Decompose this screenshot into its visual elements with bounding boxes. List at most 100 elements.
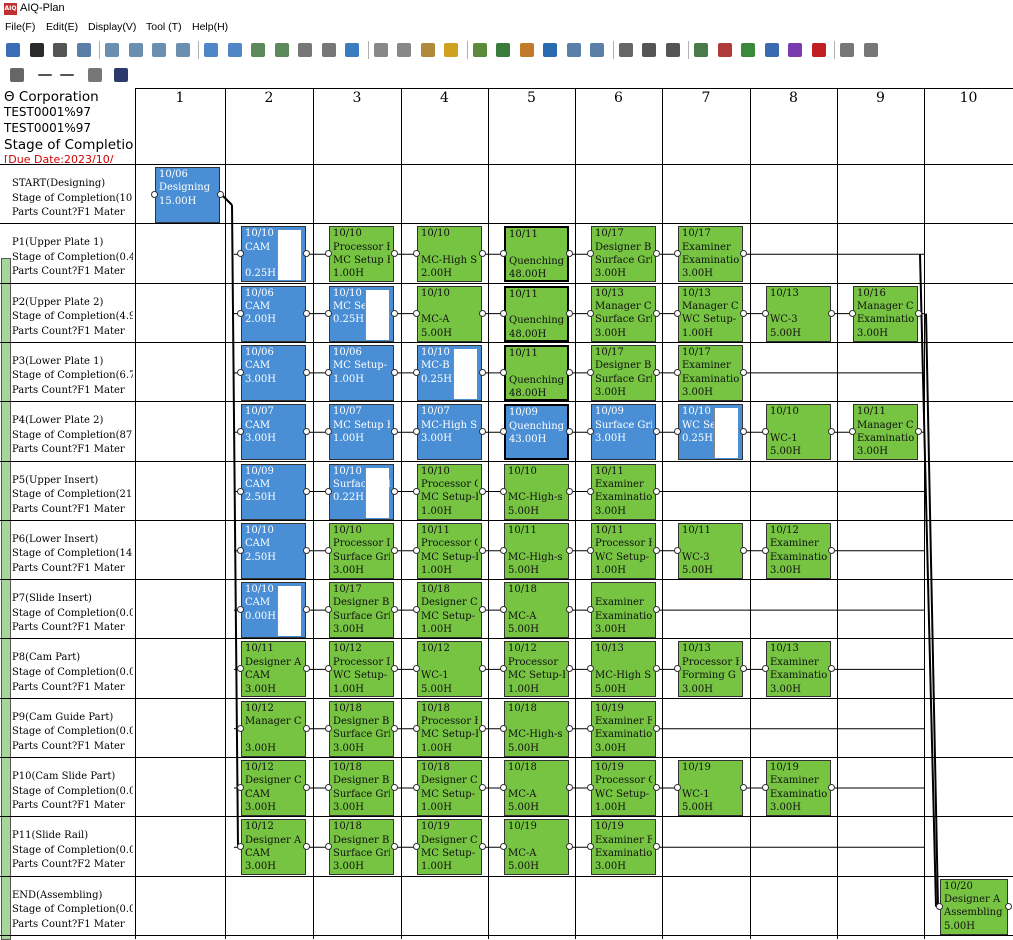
connector-handle[interactable] (237, 546, 244, 554)
connector-handle[interactable] (740, 784, 747, 791)
task-card[interactable]: 10/18 Designer C MC Setup- 1.00H (417, 760, 482, 816)
graph-icon[interactable] (588, 41, 606, 59)
connector-handle[interactable] (237, 487, 244, 495)
connector-handle[interactable] (587, 368, 594, 376)
report-icon[interactable] (739, 41, 757, 59)
connector-handle[interactable] (500, 368, 507, 376)
settings-icon[interactable] (372, 41, 390, 59)
task-card[interactable]: 10/13 Processor F Forming G 3.00H (678, 641, 743, 698)
bar-chart-icon[interactable] (716, 41, 734, 59)
arrow-icon[interactable] (36, 66, 54, 84)
task-card[interactable]: 10/11 Processor F WC Setup- 1.00H (591, 522, 656, 579)
connector-handle[interactable] (653, 309, 660, 317)
task-card[interactable]: 10/19 Processor C WC Setup- 1.00H (591, 760, 656, 816)
connector-handle[interactable] (653, 546, 660, 554)
row-label[interactable]: P1(Upper Plate 1) Stage of Completion(0.4… (12, 236, 133, 280)
task-card[interactable]: 10/10 Processor C MC Setup-F 1.00H (417, 463, 482, 520)
connector-handle[interactable] (566, 309, 573, 317)
column-number[interactable]: 1 (135, 90, 225, 106)
connector-handle[interactable] (500, 546, 507, 554)
task-card[interactable]: 10/19 Examiner F Examinatio 3.00H (591, 700, 656, 757)
connector-handle[interactable] (587, 724, 594, 732)
task-card[interactable]: 10/10 CAM 2.50H (241, 522, 306, 579)
task-card[interactable]: 10/07 MC Setup F 1.00H (329, 404, 394, 461)
connector-handle[interactable] (849, 309, 856, 317)
book-icon[interactable] (838, 41, 856, 59)
task-card[interactable]: 10/06 CAM 2.00H (241, 285, 306, 342)
connector-handle[interactable] (566, 546, 573, 554)
wrench-icon[interactable] (86, 66, 104, 84)
connector-handle[interactable] (325, 546, 332, 554)
window-icon[interactable] (617, 41, 635, 59)
column-number[interactable]: 2 (225, 90, 313, 106)
connector-handle[interactable] (303, 784, 310, 791)
settings-icon[interactable] (395, 41, 413, 59)
add-icon[interactable] (202, 41, 220, 59)
menu-edite[interactable]: Edit(E) (46, 21, 78, 33)
connector-handle[interactable] (740, 546, 747, 554)
task-card[interactable]: 10/18 Processor B MC Setup-F 1.00H (417, 700, 482, 757)
row-label[interactable]: P6(Lower Insert) Stage of Completion(14 Pa… (12, 533, 133, 577)
connector-handle[interactable] (151, 191, 158, 198)
task-card[interactable]: 10/13 Manager C WC Setup- 1.00H (678, 285, 743, 342)
column-number[interactable]: 3 (313, 90, 401, 106)
row-label[interactable]: P10(Cam Slide Part) Stage of Completion(0… (12, 770, 133, 814)
connector-handle[interactable] (413, 309, 420, 317)
task-card[interactable]: 10/10 MC-High-s 5.00H (504, 463, 569, 520)
connector-handle[interactable] (325, 368, 332, 376)
connector-handle[interactable] (303, 546, 310, 554)
connector-handle[interactable] (500, 487, 507, 495)
task-card[interactable]: 10/18 Designer B Surface Gri 3.00H (329, 760, 394, 816)
task-card[interactable]: 10/18 MC-A 5.00H (504, 760, 569, 816)
connector-handle[interactable] (653, 724, 660, 732)
connector-handle[interactable] (587, 309, 594, 317)
link-icon[interactable] (249, 41, 267, 59)
task-card[interactable]: 10/11 Quenching 48.00H (504, 226, 569, 283)
connector-handle[interactable] (413, 784, 420, 791)
menu-displayv[interactable]: Display(V) (88, 21, 136, 33)
task-card[interactable]: 10/12 Examiner Examinatio 3.00H (766, 522, 831, 579)
connector-handle[interactable] (740, 368, 747, 376)
connector-handle[interactable] (413, 368, 420, 376)
connector-handle[interactable] (391, 546, 398, 554)
task-card[interactable]: 10/13 Examiner Examinatio 3.00H (766, 641, 831, 698)
tool-icon[interactable] (103, 41, 121, 59)
tool-icon[interactable] (174, 41, 192, 59)
connector-handle[interactable] (828, 784, 835, 791)
connector-handle[interactable] (391, 368, 398, 376)
task-card[interactable]: 10/11 Designer A CAM 3.00H (241, 641, 306, 698)
report-icon[interactable] (763, 41, 781, 59)
task-card[interactable]: 10/12 Processor MC Setup-F 1.00H (504, 641, 569, 698)
row-label[interactable]: END(Assembling) Stage of Completion(0.0 Pa… (12, 889, 133, 933)
globe-icon[interactable] (692, 41, 710, 59)
task-card[interactable]: 10/11 Quenching 48.00H (504, 344, 569, 401)
task-card[interactable]: 10/10 Surface Gri 0.22H (329, 463, 394, 520)
task-card[interactable]: 10/06 CAM 3.00H (241, 344, 306, 401)
task-card[interactable]: 10/11 Processor C MC Setup-F 1.00H (417, 522, 482, 579)
filter-icon[interactable] (541, 41, 559, 59)
connector-handle[interactable] (653, 487, 660, 495)
window-icon[interactable] (640, 41, 658, 59)
window-icon[interactable] (664, 41, 682, 59)
task-card[interactable]: 10/10 CAM 0.25H (241, 226, 306, 283)
connector-handle[interactable] (1005, 902, 1012, 910)
connector-handle[interactable] (566, 487, 573, 495)
connector-handle[interactable] (828, 546, 835, 554)
task-card[interactable]: 10/11 Quenching 48.00H (504, 285, 569, 342)
task-card[interactable]: 10/10 WC-1 5.00H (766, 404, 831, 461)
connector-handle[interactable] (500, 724, 507, 732)
task-card[interactable]: 10/17 Designer B Surface Gri 3.00H (591, 344, 656, 401)
column-number[interactable]: 6 (575, 90, 662, 106)
task-card[interactable]: 10/11 WC-3 5.00H (678, 522, 743, 579)
export-icon[interactable] (786, 41, 804, 59)
grid-icon[interactable] (471, 41, 489, 59)
connector-handle[interactable] (479, 724, 486, 732)
connector-handle[interactable] (500, 784, 507, 791)
column-number[interactable]: 10 (924, 90, 1013, 106)
link-icon[interactable] (273, 41, 291, 59)
task-card[interactable]: 10/17 Examiner Examinatio 3.00H (678, 344, 743, 401)
binoculars-icon[interactable] (112, 66, 130, 84)
connector-handle[interactable] (566, 784, 573, 791)
task-card[interactable]: 10/18 Designer B Surface Gri 3.00H (329, 819, 394, 876)
task-card[interactable]: 10/09 Surface Gri 3.00H (591, 404, 656, 461)
